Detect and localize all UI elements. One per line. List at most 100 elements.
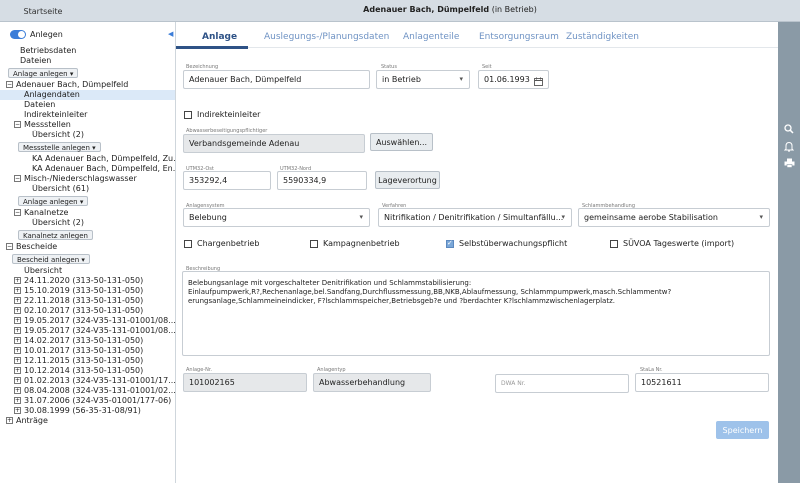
utm-ost-field[interactable]: 353292,4 [183,171,271,190]
expand-icon[interactable]: + [14,397,21,404]
checkbox-box[interactable] [310,239,318,248]
seit-date-field[interactable]: 01.06.1993 [478,70,549,89]
tree-item-dateien-anlage[interactable]: Dateien [0,100,175,110]
tree-item-betriebsdaten[interactable]: Betriebsdaten [0,46,175,56]
expand-icon[interactable]: + [14,297,21,304]
tree-item-indirekteinleiter[interactable]: Indirekteinleiter [0,110,175,120]
tree-item-bescheide-uebersicht[interactable]: Übersicht [0,266,175,276]
tree-item-bescheid-label: 22.11.2018 (313-50-131-050) [24,296,144,305]
beschreibung-textarea[interactable]: Belebungsanlage mit vorgeschalteter Deni… [182,271,770,356]
tree-item-kanalnetze[interactable]: − Kanalnetze [0,208,175,218]
tree-item-bescheid[interactable]: +19.05.2017 (324-V35-131-01001/08... [0,326,175,336]
tree-item-bescheid[interactable]: +12.11.2015 (313-50-131-050) [0,356,175,366]
tree-item-antraege[interactable]: + Anträge [0,416,175,426]
tree-item-messstelle-en[interactable]: KA Adenauer Bach, Dümpelfeld, En... [0,164,175,174]
bescheid-anlegen-button[interactable]: Bescheid anlegen ▾ [12,254,90,264]
tree-item-dateien[interactable]: Dateien [0,56,175,66]
messstelle-anlegen-button[interactable]: Messstelle anlegen ▾ [18,142,101,152]
expand-icon[interactable]: + [14,357,21,364]
tree-item-anlagendaten[interactable]: Anlagendaten [0,90,175,100]
expand-icon[interactable]: + [6,417,13,424]
schlammbehandlung-select[interactable]: gemeinsame aerobe Stabilisation ▾ [578,208,770,227]
tree-item-bescheid-label: 31.07.2006 (324-V35-01001/177-06) [24,396,172,405]
anlegen-toggle-row[interactable]: Anlegen [10,30,63,39]
chargenbetrieb-checkbox[interactable]: Chargenbetrieb [184,239,259,248]
expand-icon[interactable]: + [14,317,21,324]
tree-item-misch-uebersicht[interactable]: Übersicht (61) [0,184,175,194]
beschreibung-line: Belebungsanlage mit vorgeschalteter Deni… [188,279,472,287]
tab-zustaendigkeiten[interactable]: Zuständigkeiten [566,32,639,42]
tree-item-bescheid[interactable]: +15.10.2019 (313-50-131-050) [0,286,175,296]
anlegen-toggle[interactable] [10,30,26,39]
tree-item-bescheid[interactable]: +01.02.2013 (324-V35-131-01001/17... [0,376,175,386]
printer-icon[interactable] [781,156,797,170]
stala-nr-field[interactable]: 10521611 [635,373,769,392]
tab-anlage[interactable]: Anlage [202,32,237,42]
verfahren-select[interactable]: Nitrifikation / Denitrifikation / Simult… [378,208,572,227]
collapse-icon[interactable]: − [6,81,13,88]
tab-entsorgungsraum[interactable]: Entsorgungsraum [479,32,559,42]
collapse-icon[interactable]: − [14,121,21,128]
bell-icon[interactable] [781,139,797,153]
tree-item-bescheid[interactable]: +24.11.2020 (313-50-131-050) [0,276,175,286]
expand-icon[interactable]: + [14,387,21,394]
expand-icon[interactable]: + [14,327,21,334]
auswaehlen-button[interactable]: Auswählen... [370,133,433,151]
kampagnenbetrieb-checkbox[interactable]: Kampagnenbetrieb [310,239,400,248]
tree-item-bescheid[interactable]: +02.10.2017 (313-50-131-050) [0,306,175,316]
expand-icon[interactable]: + [14,407,21,414]
expand-icon[interactable]: + [14,347,21,354]
speichern-button[interactable]: Speichern [716,421,769,439]
expand-icon[interactable]: + [14,367,21,374]
expand-icon[interactable]: + [14,377,21,384]
anlage-anlegen-button[interactable]: Anlage anlegen ▾ [8,68,79,78]
collapse-icon[interactable]: − [14,175,21,182]
tree-item-bescheid[interactable]: +10.12.2014 (313-50-131-050) [0,366,175,376]
tree-item-messstellen-uebersicht[interactable]: Übersicht (2) [0,130,175,140]
chargenbetrieb-label: Chargenbetrieb [197,239,260,248]
suevoa-checkbox[interactable]: SÜVOA Tageswerte (import) [610,239,734,248]
checkbox-box-checked[interactable] [446,239,454,248]
utm-nord-field[interactable]: 5590334,9 [277,171,367,190]
tree-item-bescheid[interactable]: +08.04.2008 (324-V35-131-01001/02... [0,386,175,396]
checkbox-box[interactable] [184,110,192,119]
dwa-nr-field[interactable]: DWA Nr. [495,374,629,393]
expand-icon[interactable]: + [14,307,21,314]
misch-anlage-anlegen-button[interactable]: Anlage anlegen ▾ [18,196,89,206]
tree-item-bescheid[interactable]: +22.11.2018 (313-50-131-050) [0,296,175,306]
tree-item-bescheid[interactable]: +31.07.2006 (324-V35-01001/177-06) [0,396,175,406]
tab-auslegungs-planungsdaten[interactable]: Auslegungs-/Planungsdaten [264,32,389,42]
tree-item-kanalnetze-uebersicht[interactable]: Übersicht (2) [0,218,175,228]
anlegen-toggle-label: Anlegen [30,30,63,39]
tree-item-bescheid[interactable]: +14.02.2017 (313-50-131-050) [0,336,175,346]
expand-icon[interactable]: + [14,287,21,294]
tree-item-bescheid[interactable]: +10.01.2017 (313-50-131-050) [0,346,175,356]
verfahren-value: Nitrifikation / Denitrifikation / Simult… [384,213,564,222]
collapse-sidebar-icon[interactable]: ◀ [168,30,173,38]
home-button[interactable]: Startseite [6,3,80,19]
tab-anlagenteile[interactable]: Anlagenteile [403,32,459,42]
anlagensystem-select[interactable]: Belebung ▾ [183,208,370,227]
kampagnenbetrieb-label: Kampagnenbetrieb [323,239,400,248]
status-select[interactable]: in Betrieb ▾ [376,70,470,89]
tree-item-bescheid[interactable]: +19.05.2017 (324-V35-131-01001/08... [0,316,175,326]
calendar-icon[interactable] [534,75,543,88]
tree-item-bescheid[interactable]: +30.08.1999 (56-35-31-08/91) [0,406,175,416]
checkbox-box[interactable] [610,239,618,248]
collapse-icon[interactable]: − [6,243,13,250]
collapse-icon[interactable]: − [14,209,21,216]
search-icon[interactable] [781,122,797,136]
tree-item-messstellen[interactable]: − Messstellen [0,120,175,130]
expand-icon[interactable]: + [14,337,21,344]
indirekteinleiter-checkbox[interactable]: Indirekteinleiter [184,110,260,119]
lageverortung-button[interactable]: Lageverortung [375,171,440,189]
tree-item-root[interactable]: − Adenauer Bach, Dümpelfeld [0,80,175,90]
tree-item-messstelle-zu[interactable]: KA Adenauer Bach, Dümpelfeld, Zu... [0,154,175,164]
tree-item-misch[interactable]: − Misch-/Niederschlagswasser [0,174,175,184]
tree-item-bescheide[interactable]: − Bescheide [0,242,175,252]
checkbox-box[interactable] [184,239,192,248]
bezeichnung-field[interactable]: Adenauer Bach, Dümpelfeld [183,70,370,89]
selbstueberwachungspflicht-checkbox[interactable]: Selbstüberwachungspflicht [446,239,567,248]
expand-icon[interactable]: + [14,277,21,284]
kanalnetz-anlegen-button[interactable]: Kanalnetz anlegen [18,230,93,240]
